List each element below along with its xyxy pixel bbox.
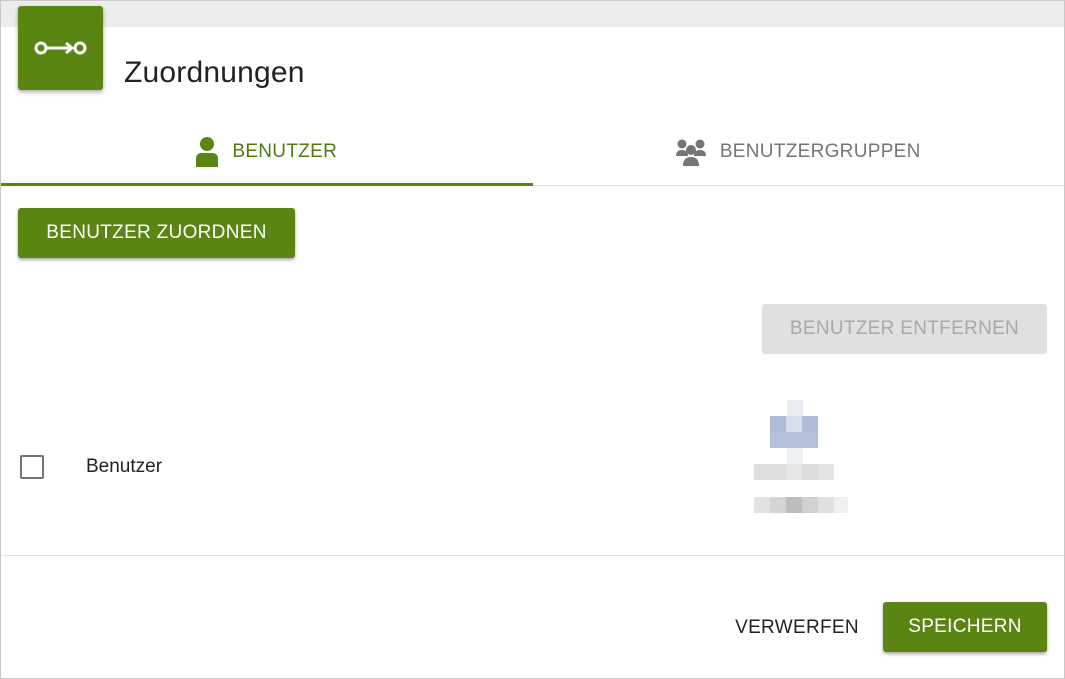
remove-users-button[interactable]: BENUTZER ENTFERNEN — [762, 304, 1047, 354]
assignments-dialog: Zuordnungen BENUTZER BENUTZERGRUPPEN BEN… — [0, 0, 1065, 679]
assignment-arrow-icon — [18, 6, 103, 90]
tab-users-label: BENUTZER — [232, 141, 338, 162]
group-icon — [675, 138, 706, 166]
save-button[interactable]: SPEICHERN — [883, 602, 1047, 652]
user-avatar — [754, 400, 848, 514]
select-all-checkbox[interactable] — [20, 455, 44, 479]
dialog-title: Zuordnungen — [124, 56, 305, 89]
tab-bar: BENUTZER BENUTZERGRUPPEN — [1, 119, 1064, 186]
tab-user-groups-label: BENUTZERGRUPPEN — [719, 141, 921, 162]
assign-users-button[interactable]: BENUTZER ZUORDNEN — [18, 208, 295, 258]
footer-divider — [1, 555, 1064, 556]
discard-button[interactable]: VERWERFEN — [721, 604, 873, 652]
users-column-label: Benutzer — [86, 456, 163, 477]
tab-user-groups[interactable]: BENUTZERGRUPPEN — [533, 119, 1065, 185]
dialog-top-strip — [1, 1, 1064, 27]
person-icon — [196, 137, 219, 167]
tab-users[interactable]: BENUTZER — [1, 119, 533, 186]
